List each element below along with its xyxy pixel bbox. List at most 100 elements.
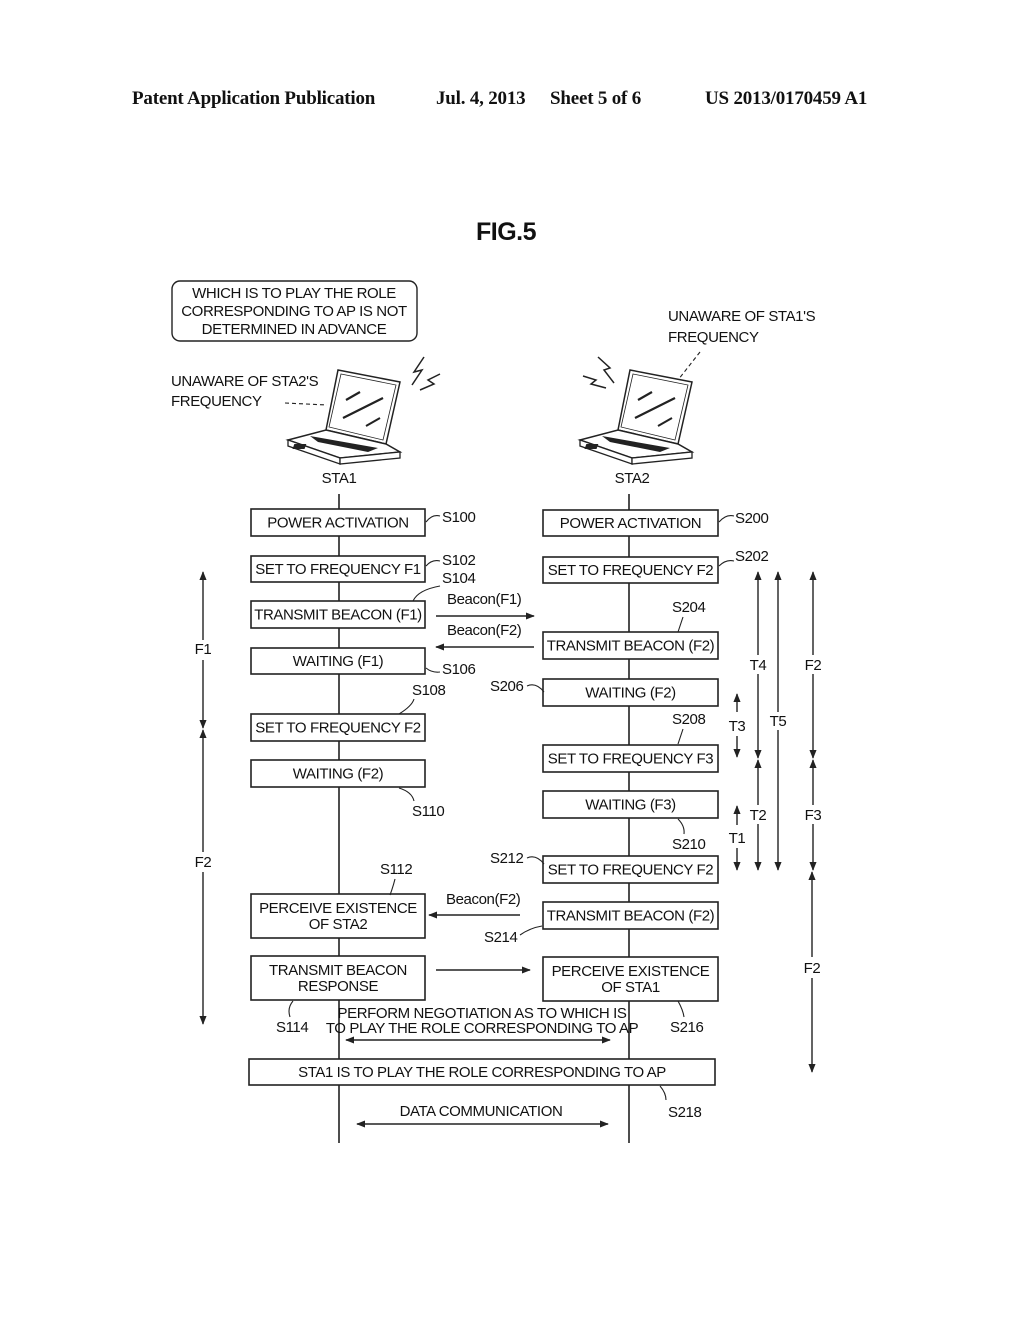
step-box-s204: TRANSMIT BEACON (F2) xyxy=(542,631,719,660)
laptop-icon xyxy=(577,369,695,465)
message-data-communication: DATA COMMUNICATION xyxy=(356,1103,609,1128)
signal-icon xyxy=(582,356,615,389)
step-id: S108 xyxy=(412,682,445,699)
sta2-label: STA2 xyxy=(615,470,650,487)
step-text: TRANSMIT BEACON (F2) xyxy=(547,638,715,655)
sta2-note: FREQUENCY xyxy=(668,329,759,346)
note-line: WHICH IS TO PLAY THE ROLE xyxy=(192,285,396,302)
step-text: WAITING (F1) xyxy=(293,653,384,670)
step-id: S104 xyxy=(442,570,475,587)
step-text: STA1 IS TO PLAY THE ROLE CORRESPONDING T… xyxy=(298,1064,666,1081)
step-text: TRANSMIT BEACON (F1) xyxy=(254,607,422,624)
interval-f2-right: F2 xyxy=(805,571,822,759)
step-text: OF STA1 xyxy=(601,979,660,996)
step-box-s216: PERCEIVE EXISTENCEOF STA1 xyxy=(542,956,719,1002)
message-label: Beacon(F1) xyxy=(447,591,522,608)
message-beacon-f2: Beacon(F2) xyxy=(435,622,534,651)
interval-label: T1 xyxy=(729,830,746,847)
step-id: S206 xyxy=(490,678,523,695)
interval-label: F1 xyxy=(195,641,212,658)
step-text: PERCEIVE EXISTENCE xyxy=(552,963,710,980)
interval-label: T5 xyxy=(770,713,787,730)
step-text: POWER ACTIVATION xyxy=(560,515,701,532)
step-id: S212 xyxy=(490,850,523,867)
step-text: WAITING (F2) xyxy=(293,766,384,783)
step-box-s106: WAITING (F1) xyxy=(250,647,426,675)
interval-f3: F3 xyxy=(805,759,822,871)
step-text: SET TO FREQUENCY F1 xyxy=(255,561,421,578)
message-label: DATA COMMUNICATION xyxy=(400,1103,563,1120)
message-beacon-f2-detected: Beacon(F2) xyxy=(428,891,521,919)
interval-f2-bottom: F2 xyxy=(804,871,821,1073)
note-line: CORRESPONDING TO AP IS NOT xyxy=(181,303,407,320)
left-interval-f2: F2 xyxy=(195,729,212,1025)
step-box-s218: STA1 IS TO PLAY THE ROLE CORRESPONDING T… xyxy=(248,1058,716,1086)
step-id: S216 xyxy=(670,1019,703,1036)
step-text: SET TO FREQUENCY F2 xyxy=(548,862,714,879)
step-text: SET TO FREQUENCY F3 xyxy=(548,751,714,768)
step-text: WAITING (F2) xyxy=(585,685,676,702)
step-id: S110 xyxy=(412,803,444,820)
note-box: WHICH IS TO PLAY THE ROLE CORRESPONDING … xyxy=(171,280,418,342)
signal-icon xyxy=(411,356,441,391)
step-id: S114 xyxy=(276,1019,308,1036)
step-text: POWER ACTIVATION xyxy=(267,515,408,532)
step-text: RESPONSE xyxy=(298,978,379,995)
interval-label: T4 xyxy=(750,657,767,674)
interval-label: F3 xyxy=(805,807,822,824)
interval-t3: T3 xyxy=(729,693,746,758)
step-text: TRANSMIT BEACON xyxy=(269,962,407,979)
interval-t2: T2 xyxy=(750,759,767,871)
interval-label: F2 xyxy=(195,854,212,871)
step-id: S106 xyxy=(442,661,475,678)
step-box-s214: TRANSMIT BEACON (F2) xyxy=(542,901,719,930)
interval-t5: T5 xyxy=(770,571,787,871)
left-interval-f1: F1 xyxy=(195,571,212,729)
interval-t4: T4 xyxy=(750,571,767,759)
sta2-note: UNAWARE OF STA1'S xyxy=(668,308,816,325)
step-id: S200 xyxy=(735,510,768,527)
step-box-s114: TRANSMIT BEACONRESPONSE xyxy=(250,955,426,1001)
step-box-s212: SET TO FREQUENCY F2 xyxy=(542,855,719,884)
step-box-s202: SET TO FREQUENCY F2 xyxy=(542,556,719,584)
step-id: S100 xyxy=(442,509,475,526)
step-text: SET TO FREQUENCY F2 xyxy=(255,720,421,737)
step-text: PERCEIVE EXISTENCE xyxy=(259,900,417,917)
step-box-s110: WAITING (F2) xyxy=(250,759,426,788)
sta1-label: STA1 xyxy=(322,470,357,487)
step-box-s108: SET TO FREQUENCY F2 xyxy=(250,713,426,742)
step-text: OF STA2 xyxy=(309,916,368,933)
step-id: S202 xyxy=(735,548,768,565)
step-box-s102: SET TO FREQUENCY F1 xyxy=(250,555,426,583)
step-id: S102 xyxy=(442,552,475,569)
step-id: S204 xyxy=(672,599,705,616)
step-id: S214 xyxy=(484,929,517,946)
interval-label: T2 xyxy=(750,807,767,824)
step-text: SET TO FREQUENCY F2 xyxy=(548,562,714,579)
message-label: Beacon(F2) xyxy=(447,622,522,639)
step-id: S210 xyxy=(672,836,705,853)
step-id: S112 xyxy=(380,861,412,878)
step-box-s206: WAITING (F2) xyxy=(542,678,719,707)
sequence-diagram: WHICH IS TO PLAY THE ROLE CORRESPONDING … xyxy=(171,280,822,1143)
step-id: S208 xyxy=(672,711,705,728)
interval-t1: T1 xyxy=(729,805,746,871)
step-box-s104: TRANSMIT BEACON (F1) xyxy=(250,600,426,629)
step-text: WAITING (F3) xyxy=(585,797,676,814)
interval-label: F2 xyxy=(805,657,822,674)
sta1-note: UNAWARE OF STA2'S xyxy=(171,373,319,390)
step-box-s208: SET TO FREQUENCY F3 xyxy=(542,744,719,773)
message-label: TO PLAY THE ROLE CORRESPONDING TO AP xyxy=(326,1020,639,1037)
step-box-s200: POWER ACTIVATION xyxy=(542,509,719,537)
sta1-note: FREQUENCY xyxy=(171,393,262,410)
step-box-s210: WAITING (F3) xyxy=(542,790,719,819)
step-box-s112: PERCEIVE EXISTENCEOF STA2 xyxy=(250,893,426,939)
message-beacon-f1: Beacon(F1) xyxy=(436,591,535,620)
step-id: S218 xyxy=(668,1104,701,1121)
interval-label: T3 xyxy=(729,718,746,735)
step-text: TRANSMIT BEACON (F2) xyxy=(547,908,715,925)
message-label: Beacon(F2) xyxy=(446,891,521,908)
note-line: DETERMINED IN ADVANCE xyxy=(202,321,387,338)
step-box-s100: POWER ACTIVATION xyxy=(250,508,426,537)
message-negotiation: PERFORM NEGOTIATION AS TO WHICH IS TO PL… xyxy=(326,1005,639,1044)
